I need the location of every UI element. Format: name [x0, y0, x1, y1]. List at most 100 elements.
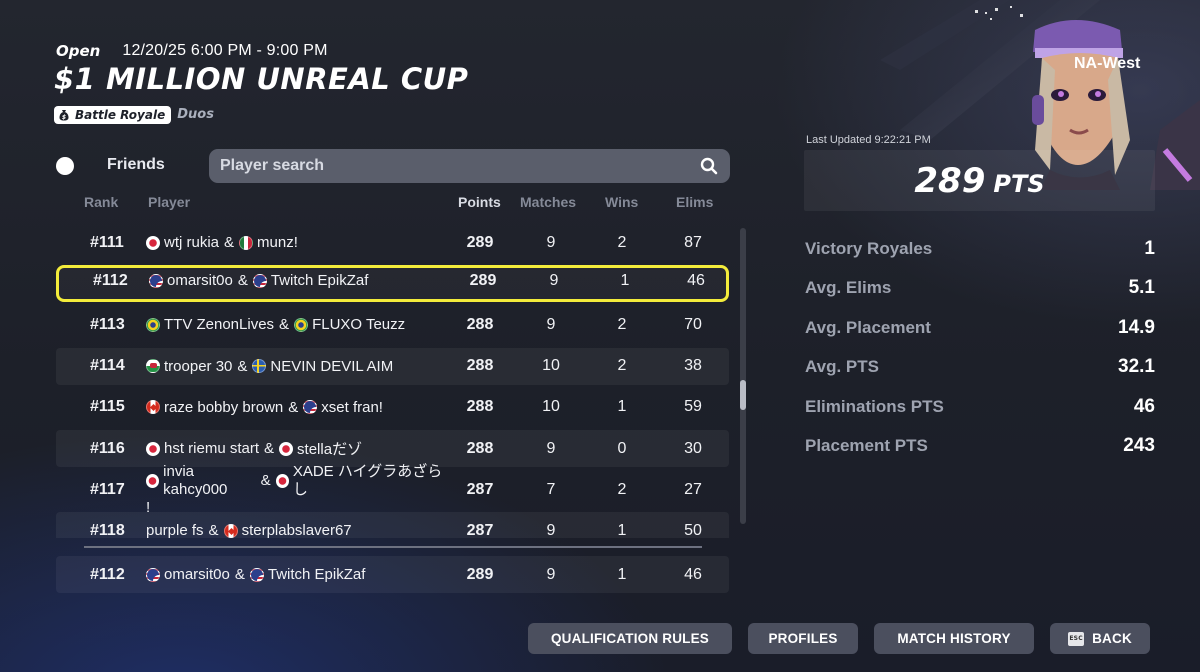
teammate-name: FLUXO Teuzz	[312, 316, 406, 334]
name-separator: &	[208, 522, 219, 538]
canada-flag-icon	[146, 400, 160, 415]
match-history-button[interactable]: MATCH HISTORY	[874, 623, 1034, 654]
leaderboard-row[interactable]: #116 hst riemu start & stellaだゾ 288 9 0 30	[56, 430, 729, 467]
points-cell: 289	[466, 565, 494, 583]
leaderboard-row[interactable]: #114 trooper 30 & NEVIN DEVIL AIM 288 10 2 38	[56, 347, 729, 385]
player-search-input[interactable]: Player search	[209, 149, 730, 183]
event-title: $1 MILLION UNREAL CUP	[54, 62, 469, 96]
player-cell: hst riemu start & stellaだゾ	[146, 430, 446, 467]
stat-row: Avg. Placement 14.9	[805, 316, 1155, 340]
rank-cell: #117	[90, 480, 125, 498]
player-cell: invia kahcy000 & XADE ハイグラあざらし!	[146, 463, 446, 516]
matches-cell: 9	[546, 521, 556, 538]
elims-cell: 46	[687, 271, 705, 289]
stat-row: Victory Royales 1	[805, 237, 1155, 261]
points-cell: 288	[466, 439, 494, 457]
profiles-button[interactable]: PROFILES	[748, 623, 858, 654]
wins-cell: 1	[617, 398, 627, 416]
leaderboard-row[interactable]: #112 omarsit0o & Twitch EpikZaf 289 9 1 46	[56, 265, 729, 303]
total-points-value: 289	[914, 160, 986, 201]
teammate-name: Twitch EpikZaf	[267, 566, 366, 583]
stat-label: Avg. Elims	[805, 278, 892, 298]
matches-cell: 9	[546, 439, 556, 457]
team-size-label: Duos	[177, 107, 214, 122]
player-name: purple fs	[146, 522, 204, 538]
stat-label: Victory Royales	[805, 239, 933, 258]
event-status: Open	[56, 42, 101, 60]
brazil-flag-icon	[146, 317, 160, 332]
elims-cell: 50	[684, 521, 702, 538]
event-datetime: 12/20/25 6:00 PM - 9:00 PM	[122, 42, 328, 59]
player-name: trooper 30	[164, 357, 233, 375]
search-icon[interactable]	[700, 157, 718, 175]
player-name: wtj rukia	[164, 234, 220, 251]
profiles-label: PROFILES	[768, 631, 838, 646]
teammate-name: NEVIN DEVIL AIM	[270, 357, 394, 375]
brazil-flag-icon	[294, 317, 309, 332]
pinned-player-row[interactable]: #112 omarsit0o & Twitch EpikZaf 289 9 1 46	[56, 556, 729, 593]
back-button[interactable]: ESC BACK	[1050, 623, 1150, 654]
scrollbar-track[interactable]	[740, 228, 746, 524]
matches-cell: 9	[546, 233, 556, 251]
wins-cell: 2	[617, 315, 627, 333]
stat-row: Eliminations PTS 46	[805, 395, 1155, 419]
wins-cell: 2	[617, 357, 627, 375]
points-cell: 288	[466, 398, 494, 416]
divider	[84, 546, 702, 548]
name-separator: &	[279, 316, 290, 334]
leaderboard-row[interactable]: #113 TTV ZenonLives & FLUXO Teuzz 288 9 2 70	[56, 306, 729, 343]
elims-cell: 87	[684, 233, 702, 251]
col-header-elims: Elims	[676, 194, 714, 210]
qualification-rules-button[interactable]: QUALIFICATION RULES	[528, 623, 732, 654]
wins-cell: 1	[620, 271, 630, 289]
wales-flag-icon	[146, 359, 160, 374]
teammate-name: XADE ハイグラあざらし	[292, 462, 443, 498]
match-history-label: MATCH HISTORY	[897, 631, 1011, 646]
usa-flag-icon	[303, 400, 318, 415]
leaderboard-list[interactable]: #111 wtj rukia & munz! 289 9 2 87 #112 omarsit0o &…	[0, 222, 745, 538]
stat-label: Avg. PTS	[805, 357, 879, 377]
matches-cell: 10	[542, 398, 560, 416]
stat-row: Placement PTS 243	[805, 434, 1155, 458]
col-header-matches: Matches	[520, 194, 577, 210]
friends-toggle[interactable]	[56, 157, 74, 175]
stat-label: Avg. Placement	[805, 317, 931, 337]
rank-cell: #112	[93, 271, 128, 289]
stat-value: 1	[1144, 238, 1155, 259]
name-separator: &	[224, 234, 235, 251]
teammate-name: stellaだゾ	[297, 441, 363, 458]
player-cell: omarsit0o & Twitch EpikZaf	[146, 556, 446, 593]
rank-cell: #118	[90, 521, 125, 538]
scrollbar-thumb[interactable]	[740, 380, 746, 410]
matches-cell: 9	[549, 271, 559, 289]
wins-cell: 1	[617, 565, 627, 583]
leaderboard-row[interactable]: #117 invia kahcy000 & XADE ハイグラあざらし! 287 7 2 27	[56, 463, 729, 516]
col-header-rank: Rank	[84, 194, 119, 210]
usa-flag-icon	[149, 273, 163, 288]
sweden-flag-icon	[252, 359, 267, 374]
teammate-name: xset fran!	[321, 398, 383, 416]
player-name: omarsit0o	[164, 566, 230, 583]
usa-flag-icon	[146, 567, 160, 582]
japan-flag-icon	[279, 441, 294, 456]
mode-badge: $ Battle Royale	[54, 105, 172, 124]
wins-cell: 0	[617, 439, 627, 457]
mexico-flag-icon	[239, 235, 254, 250]
region-label: NA-West	[1074, 55, 1141, 72]
teammate-name: Twitch EpikZaf	[270, 272, 369, 290]
matches-cell: 9	[546, 315, 556, 333]
points-cell: 289	[469, 271, 497, 289]
points-cell: 288	[466, 315, 494, 333]
rank-cell: #111	[90, 233, 124, 251]
leaderboard-row[interactable]: #115 raze bobby brown & xset fran! 288 10 1 59	[56, 389, 729, 426]
name-separator: &	[288, 398, 299, 416]
name-separator: &	[237, 272, 248, 290]
teammate-name: sterplabslaver67	[241, 522, 352, 538]
points-cell: 289	[466, 233, 494, 251]
esc-key-icon: ESC	[1068, 631, 1085, 646]
leaderboard-row[interactable]: #111 wtj rukia & munz! 289 9 2 87	[56, 224, 729, 261]
matches-cell: 7	[546, 480, 556, 498]
friends-label: Friends	[107, 156, 165, 173]
rank-cell: #115	[90, 398, 125, 416]
leaderboard-row[interactable]: #118 purple fs & sterplabslaver67 287 9 1 50	[56, 512, 729, 538]
